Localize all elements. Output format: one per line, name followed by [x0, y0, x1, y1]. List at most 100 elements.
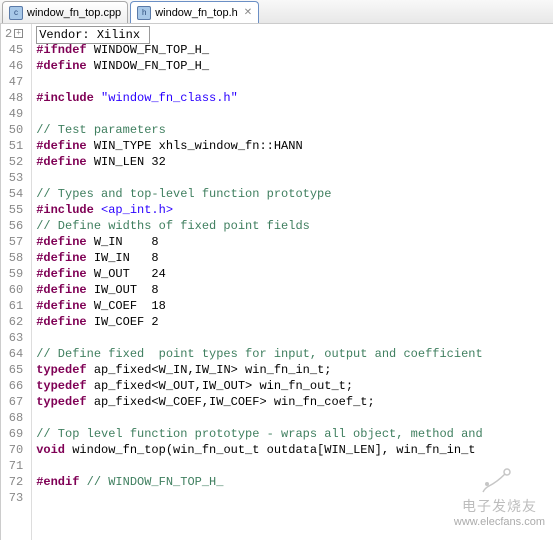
code-line[interactable]: typedef ap_fixed<W_COEF,IW_COEF> win_fn_… — [36, 394, 490, 410]
code-token: void — [36, 443, 65, 457]
code-token: #include — [36, 203, 101, 217]
line-number: 48 — [5, 90, 23, 106]
line-number: 50 — [5, 122, 23, 138]
code-token: #define — [36, 315, 86, 329]
code-line[interactable]: // Types and top-level function prototyp… — [36, 186, 490, 202]
line-number: 65 — [5, 362, 23, 378]
code-line[interactable]: #define WIN_TYPE xhls_window_fn::HANN — [36, 138, 490, 154]
code-token: W_OUT 24 — [87, 267, 166, 281]
code-token: #ifndef — [36, 43, 86, 57]
code-token: "window_fn_class.h" — [101, 91, 238, 105]
code-line[interactable]: void window_fn_top(win_fn_out_t outdata[… — [36, 442, 490, 458]
code-token: #define — [36, 299, 86, 313]
code-token: #define — [36, 139, 86, 153]
cpp-file-icon: c — [9, 6, 23, 20]
code-token: W_COEF 18 — [87, 299, 166, 313]
line-number: 70 — [5, 442, 23, 458]
code-line[interactable]: #ifndef WINDOW_FN_TOP_H_ — [36, 42, 490, 58]
line-number: 64 — [5, 346, 23, 362]
line-number: 61 — [5, 298, 23, 314]
code-token: #define — [36, 155, 86, 169]
code-line[interactable]: #define IW_COEF 2 — [36, 314, 490, 330]
tab-label: window_fn_top.h — [155, 7, 238, 19]
code-line[interactable]: #define IW_OUT 8 — [36, 282, 490, 298]
code-token: IW_OUT 8 — [87, 283, 159, 297]
code-line[interactable]: #include <ap_int.h> — [36, 202, 490, 218]
code-token: // Types and top-level function prototyp… — [36, 187, 331, 201]
code-token: typedef — [36, 395, 86, 409]
line-number: 2+ — [5, 26, 23, 42]
line-number: 67 — [5, 394, 23, 410]
code-token: WINDOW_FN_TOP_H_ — [87, 43, 209, 57]
code-token: IW_COEF 2 — [87, 315, 159, 329]
code-line[interactable] — [36, 410, 490, 426]
code-token: #define — [36, 235, 86, 249]
line-number: 68 — [5, 410, 23, 426]
code-token: window_fn_top(win_fn_out_t outdata[WIN_L… — [65, 443, 483, 457]
line-number: 56 — [5, 218, 23, 234]
code-line[interactable]: Vendor: Xilinx — [36, 26, 490, 42]
h-file-icon: h — [137, 6, 151, 20]
code-token: #define — [36, 267, 86, 281]
code-line[interactable] — [36, 106, 490, 122]
code-line[interactable]: #define IW_IN 8 — [36, 250, 490, 266]
line-number: 47 — [5, 74, 23, 90]
line-number: 59 — [5, 266, 23, 282]
code-token: WIN_LEN 32 — [87, 155, 166, 169]
code-line[interactable]: typedef ap_fixed<W_OUT,IW_OUT> win_fn_ou… — [36, 378, 490, 394]
code-line[interactable]: #include "window_fn_class.h" — [36, 90, 490, 106]
code-token: ap_fixed<W_OUT,IW_OUT> win_fn_out_t; — [87, 379, 353, 393]
tab-cpp[interactable]: c window_fn_top.cpp — [2, 1, 128, 23]
code-token: <ap_int.h> — [101, 203, 173, 217]
code-token — [79, 475, 86, 489]
line-number: 63 — [5, 330, 23, 346]
code-line[interactable]: #define W_COEF 18 — [36, 298, 490, 314]
line-number: 69 — [5, 426, 23, 442]
code-line[interactable]: #define W_IN 8 — [36, 234, 490, 250]
code-line[interactable]: // Top level function prototype - wraps … — [36, 426, 490, 442]
code-line[interactable]: // Test parameters — [36, 122, 490, 138]
line-number: 57 — [5, 234, 23, 250]
code-token: #define — [36, 283, 86, 297]
code-line[interactable]: // Define fixed point types for input, o… — [36, 346, 490, 362]
code-token: // WINDOW_FN_TOP_H_ — [87, 475, 224, 489]
close-icon[interactable]: ✕ — [244, 7, 252, 18]
tab-label: window_fn_top.cpp — [27, 7, 121, 19]
line-number: 51 — [5, 138, 23, 154]
code-line[interactable] — [36, 458, 490, 474]
code-token: IW_IN 8 — [87, 251, 159, 265]
line-number: 54 — [5, 186, 23, 202]
line-number-gutter: 2+45464748495051525354555657585960616263… — [1, 24, 32, 540]
tab-h[interactable]: h window_fn_top.h ✕ — [130, 1, 259, 23]
code-line[interactable] — [36, 330, 490, 346]
code-area[interactable]: Vendor: Xilinx #ifndef WINDOW_FN_TOP_H_#… — [32, 24, 494, 540]
line-number: 71 — [5, 458, 23, 474]
code-line[interactable] — [36, 490, 490, 506]
code-line[interactable]: // Define widths of fixed point fields — [36, 218, 490, 234]
code-line[interactable]: typedef ap_fixed<W_IN,IW_IN> win_fn_in_t… — [36, 362, 490, 378]
code-line[interactable] — [36, 170, 490, 186]
code-token: WIN_TYPE xhls_window_fn::HANN — [87, 139, 303, 153]
code-line[interactable]: #define W_OUT 24 — [36, 266, 490, 282]
line-number: 60 — [5, 282, 23, 298]
code-line[interactable]: #define WINDOW_FN_TOP_H_ — [36, 58, 490, 74]
code-token: // Define widths of fixed point fields — [36, 219, 310, 233]
code-editor[interactable]: 2+45464748495051525354555657585960616263… — [0, 24, 553, 540]
code-token: ap_fixed<W_IN,IW_IN> win_fn_in_t; — [87, 363, 332, 377]
line-number: 66 — [5, 378, 23, 394]
code-token: #define — [36, 59, 86, 73]
code-token: // Define fixed point types for input, o… — [36, 347, 482, 361]
code-line[interactable]: #define WIN_LEN 32 — [36, 154, 490, 170]
code-token: ap_fixed<W_COEF,IW_COEF> win_fn_coef_t; — [87, 395, 375, 409]
line-number: 62 — [5, 314, 23, 330]
line-number: 72 — [5, 474, 23, 490]
line-number: 55 — [5, 202, 23, 218]
line-number: 53 — [5, 170, 23, 186]
code-token: typedef — [36, 363, 86, 377]
fold-expand-icon[interactable]: + — [14, 29, 23, 38]
code-line[interactable] — [36, 74, 490, 90]
line-number: 58 — [5, 250, 23, 266]
tab-bar: c window_fn_top.cpp h window_fn_top.h ✕ — [0, 0, 553, 24]
code-line[interactable]: #endif // WINDOW_FN_TOP_H_ — [36, 474, 490, 490]
code-token: // Top level function prototype - wraps … — [36, 427, 490, 441]
